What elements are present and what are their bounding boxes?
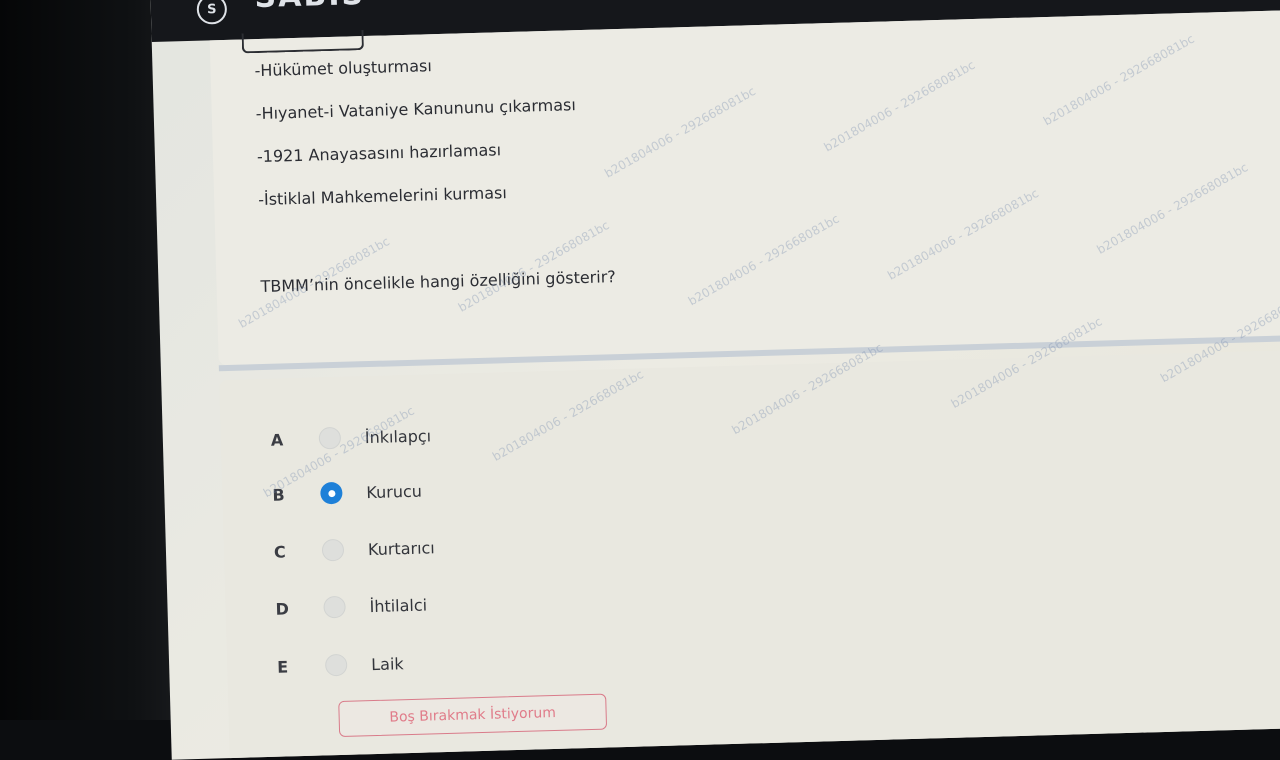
option-a[interactable]: A İnkılapçı	[270, 420, 431, 454]
option-label: Laik	[370, 653, 404, 674]
brand-title: SABIS	[254, 0, 365, 15]
exam-screen: S SABIS -Hükümet oluşturması -Hıyanet-i …	[150, 0, 1280, 760]
option-letter: D	[275, 598, 290, 619]
option-label: Kurucu	[366, 481, 423, 502]
option-c-radio[interactable]	[321, 538, 345, 562]
option-d[interactable]: D İhtilalci	[275, 590, 427, 624]
option-letter: B	[272, 484, 285, 505]
option-b-radio[interactable]	[320, 481, 343, 505]
option-label: İhtilalci	[369, 595, 428, 616]
option-label: Kurtarıcı	[367, 537, 435, 559]
option-b[interactable]: B Kurucu	[272, 476, 422, 510]
option-e[interactable]: E Laik	[277, 648, 404, 682]
option-a-radio[interactable]	[318, 426, 342, 450]
question-number-tab[interactable]	[241, 30, 365, 54]
sabis-logo-icon: S	[196, 0, 228, 25]
option-letter: C	[273, 541, 287, 562]
option-label: İnkılapçı	[364, 425, 432, 447]
option-c[interactable]: C Kurtarıcı	[274, 532, 436, 566]
option-e-radio[interactable]	[324, 653, 348, 677]
option-d-radio[interactable]	[323, 595, 346, 619]
option-letter: A	[270, 429, 284, 450]
leave-blank-button[interactable]: Boş Bırakmak İstiyorum	[338, 693, 608, 738]
option-letter: E	[276, 656, 289, 677]
